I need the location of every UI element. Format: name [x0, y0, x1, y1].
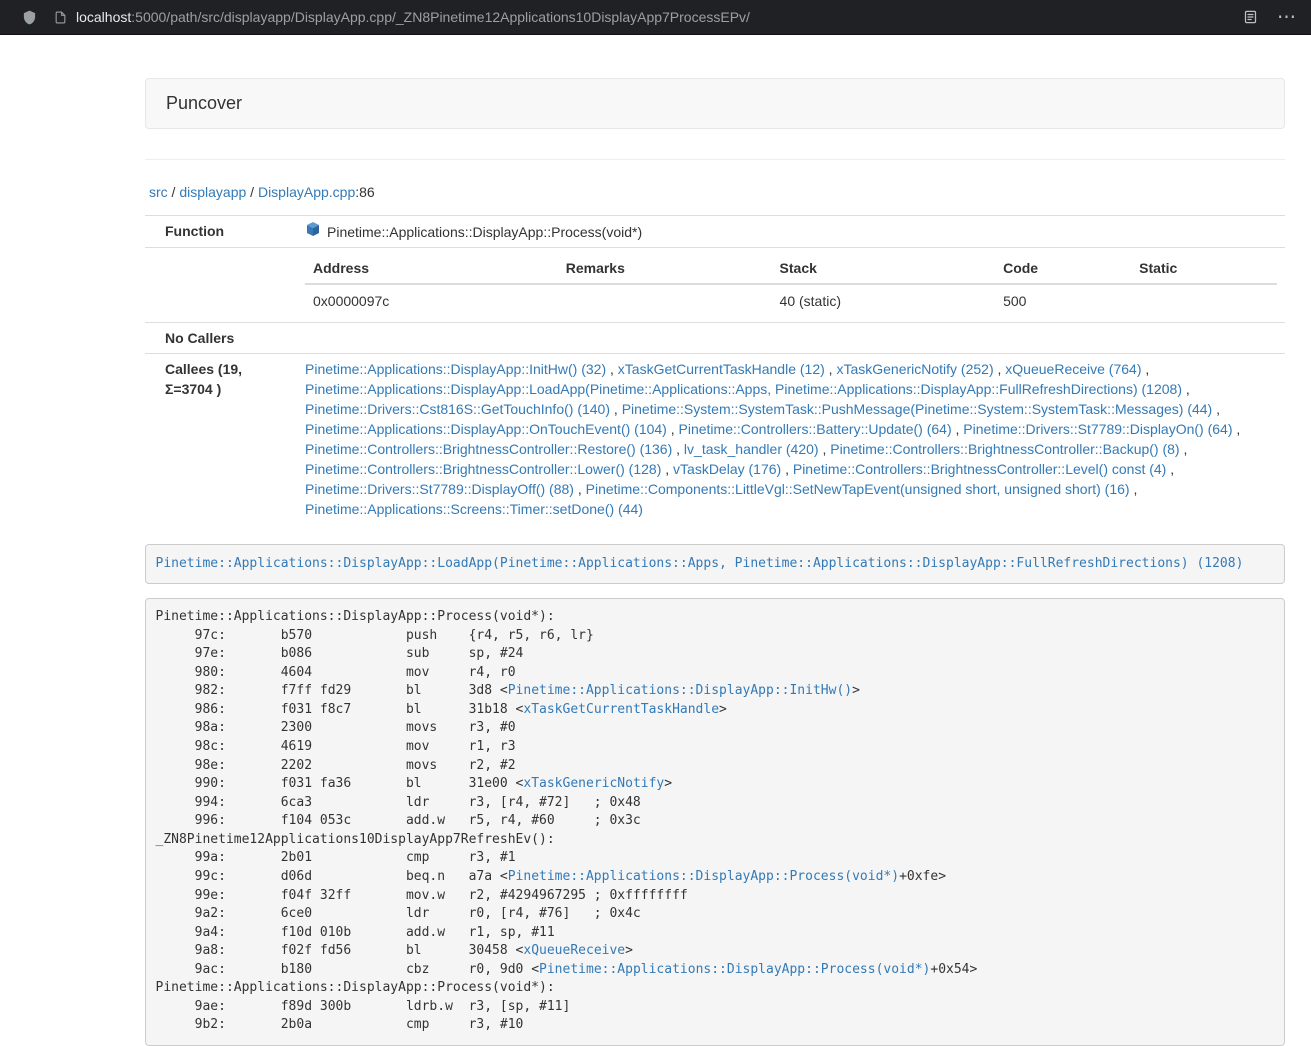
callee-link[interactable]: Pinetime::Controllers::BrightnessControl…	[793, 461, 1166, 477]
table-row: Function Pinetime::Applications::Display…	[145, 216, 1285, 248]
callee-link[interactable]: vTaskDelay (176)	[673, 461, 781, 477]
callee-link[interactable]: lv_task_handler (420)	[684, 441, 819, 457]
symbol-link[interactable]: Pinetime::Applications::DisplayApp::Proc…	[508, 869, 899, 884]
breadcrumb-link[interactable]: src	[149, 184, 168, 200]
browser-chrome: localhost:5000/path/src/displayapp/Displ…	[0, 0, 1311, 35]
disassembly: Pinetime::Applications::DisplayApp::Proc…	[145, 598, 1285, 1046]
stack-value: 40 (static)	[772, 284, 996, 317]
callee-link[interactable]: Pinetime::Controllers::Battery::Update()…	[679, 421, 952, 437]
symbol-link[interactable]: xTaskGetCurrentTaskHandle	[523, 702, 719, 717]
callee-link[interactable]: Pinetime::Applications::DisplayApp::OnTo…	[305, 421, 667, 437]
table-row: No Callers	[145, 323, 1285, 354]
callees-label: Callees (19, Σ=3704 )	[145, 354, 297, 525]
col-header-code: Code	[995, 253, 1131, 284]
address-value: 0x0000097c	[305, 284, 558, 317]
page-icon	[54, 10, 67, 25]
callee-link[interactable]: Pinetime::Drivers::St7789::DisplayOn() (…	[963, 421, 1232, 437]
loadapp-symbol-link[interactable]: Pinetime::Applications::DisplayApp::Load…	[156, 556, 1244, 571]
callee-link[interactable]: Pinetime::Applications::DisplayApp::Load…	[305, 381, 1182, 397]
no-callers-label: No Callers	[145, 323, 297, 354]
callee-link[interactable]: Pinetime::Drivers::Cst816S::GetTouchInfo…	[305, 401, 610, 417]
col-header-stack: Stack	[772, 253, 996, 284]
callee-link[interactable]: xQueueReceive (764)	[1005, 361, 1141, 377]
symbol-link[interactable]: xTaskGenericNotify	[523, 776, 664, 791]
table-row: 0x0000097c 40 (static) 500	[305, 284, 1277, 317]
highlighted-symbol-block: Pinetime::Applications::DisplayApp::Load…	[145, 544, 1285, 584]
navbar: Puncover	[145, 78, 1285, 129]
table-row: Callees (19, Σ=3704 ) Pinetime::Applicat…	[145, 354, 1285, 525]
callee-link[interactable]: Pinetime::Applications::DisplayApp::Init…	[305, 361, 606, 377]
function-name: Pinetime::Applications::DisplayApp::Proc…	[327, 222, 642, 242]
static-value	[1131, 284, 1277, 317]
callee-link[interactable]: xTaskGetCurrentTaskHandle (12)	[618, 361, 825, 377]
callee-link[interactable]: Pinetime::Controllers::BrightnessControl…	[305, 461, 661, 477]
symbol-table: Function Pinetime::Applications::Display…	[145, 215, 1285, 524]
col-header-static: Static	[1131, 253, 1277, 284]
reader-view-icon[interactable]	[1243, 9, 1258, 25]
divider	[145, 159, 1285, 160]
col-header-remarks: Remarks	[558, 253, 772, 284]
callee-link[interactable]: Pinetime::Controllers::BrightnessControl…	[305, 441, 672, 457]
callee-link[interactable]: Pinetime::Drivers::St7789::DisplayOff() …	[305, 481, 574, 497]
table-row: Address Remarks Stack Code Static 0x0000…	[145, 248, 1285, 323]
function-icon	[305, 221, 321, 242]
page-content: Puncover src / displayapp / DisplayApp.c…	[145, 35, 1285, 1046]
symbol-link[interactable]: xQueueReceive	[523, 943, 625, 958]
code-value: 500	[995, 284, 1131, 317]
breadcrumb-link[interactable]: displayapp	[179, 184, 246, 200]
breadcrumb-link[interactable]: DisplayApp.cpp	[258, 184, 355, 200]
callee-link[interactable]: Pinetime::System::SystemTask::PushMessag…	[622, 401, 1213, 417]
breadcrumb: src / displayapp / DisplayApp.cpp:86	[149, 182, 1285, 202]
remarks-value	[558, 284, 772, 317]
metrics-table: Address Remarks Stack Code Static 0x0000…	[305, 253, 1277, 317]
callee-link[interactable]: xTaskGenericNotify (252)	[836, 361, 993, 377]
brand-link[interactable]: Puncover	[166, 93, 242, 114]
function-row-label: Function	[145, 216, 297, 248]
url-host: localhost	[76, 9, 131, 25]
symbol-link[interactable]: Pinetime::Applications::DisplayApp::Proc…	[539, 962, 930, 977]
shield-icon[interactable]	[22, 9, 37, 26]
symbol-link[interactable]: Pinetime::Applications::DisplayApp::Init…	[508, 683, 852, 698]
callees-cell: Pinetime::Applications::DisplayApp::Init…	[297, 354, 1285, 525]
url-bar[interactable]: localhost:5000/path/src/displayapp/Displ…	[54, 9, 1224, 25]
callee-link[interactable]: Pinetime::Controllers::BrightnessControl…	[830, 441, 1179, 457]
url-path: :5000/path/src/displayapp/DisplayApp.cpp…	[131, 9, 750, 25]
callee-link[interactable]: Pinetime::Applications::Screens::Timer::…	[305, 501, 643, 517]
col-header-address: Address	[305, 253, 558, 284]
callee-link[interactable]: Pinetime::Components::LittleVgl::SetNewT…	[586, 481, 1130, 497]
browser-menu-icon[interactable]: ⋯	[1277, 8, 1297, 27]
